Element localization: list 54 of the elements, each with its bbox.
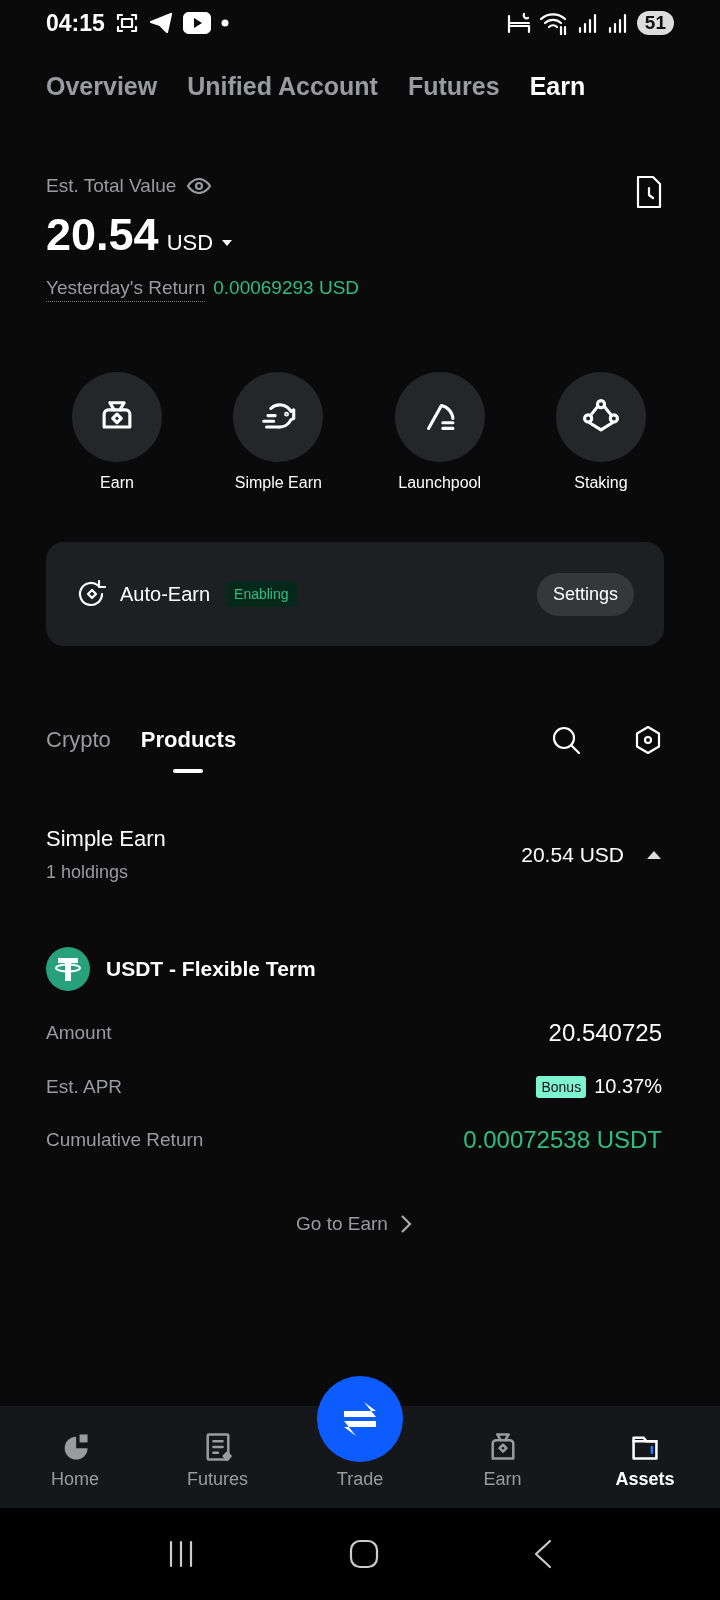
caret-icon[interactable] [646,849,662,860]
chevron-right-icon[interactable] [399,1214,412,1234]
detail-value: 20.540725 [548,1019,662,1047]
settings-button[interactable]: Settings [536,572,634,616]
section-tab[interactable]: Products [140,727,237,773]
account-tab[interactable]: Unified Account [187,71,378,101]
nav-item[interactable]: Home [20,1406,130,1508]
caret-icon[interactable] [221,239,234,247]
status-badge: Enabling [226,581,297,607]
currency-dropdown[interactable]: USD [166,230,234,256]
group-total-toggle[interactable]: 20.54 USD [521,842,662,867]
section-tab[interactable]: Crypto [46,727,111,773]
search-icon[interactable] [550,724,582,756]
go-to-earn-link[interactable]: Go to Earn [290,1212,418,1236]
account-tab[interactable]: Overview [46,71,158,101]
wifi-icon [538,11,569,35]
yesterday-return-label[interactable]: Yesterday's Return [46,277,206,302]
shortcut-label[interactable]: Earn [100,474,134,492]
play-icon [182,12,211,34]
dot-icon [220,19,229,27]
detail-label: Amount [46,1022,112,1044]
nav-item[interactable]: Earn [447,1406,558,1508]
signal-icon [606,12,629,34]
yesterday-return-value: 0.00069293 USD [213,277,360,300]
history-document-icon[interactable] [634,175,664,209]
coin-icon [46,947,90,991]
detail-value: 10.37% [594,1075,662,1098]
group-title: Simple Earn [46,826,166,852]
battery-level: 51 [636,11,674,35]
screenshot-icon [114,11,139,35]
holdings-count: 1 holdings [46,862,130,883]
total-value-amount: 20.54 [46,209,159,261]
product-name: USDT - Flexible Term [106,957,316,981]
shortcut-label[interactable]: Simple Earn [234,474,322,492]
send-icon [148,11,173,35]
auto-earn-title: Auto-Earn [120,582,211,606]
nav-item[interactable]: Assets [590,1406,700,1508]
shortcut-label[interactable]: Launchpool [398,474,482,492]
account-tab[interactable]: Futures [407,71,500,101]
shortcut-label[interactable]: Staking [574,474,628,492]
bonus-badge: Bonus [536,1075,587,1098]
nav-item[interactable]: Trade [336,1469,384,1490]
account-tab[interactable]: Earn [529,71,586,101]
nav-item[interactable]: Futures [162,1406,273,1508]
back-icon[interactable] [532,1538,554,1570]
clock-time: 04:15 [46,9,105,37]
total-value-label: Est. Total Value [46,175,177,197]
detail-value: 0.00072538 USDT [463,1126,662,1154]
bed-icon [506,12,531,34]
detail-label: Est. APR [46,1075,123,1098]
eye-icon[interactable] [186,176,213,196]
signal-icon [576,12,599,34]
detail-label: Cumulative Return [46,1129,204,1151]
home-button-icon[interactable] [348,1538,380,1570]
